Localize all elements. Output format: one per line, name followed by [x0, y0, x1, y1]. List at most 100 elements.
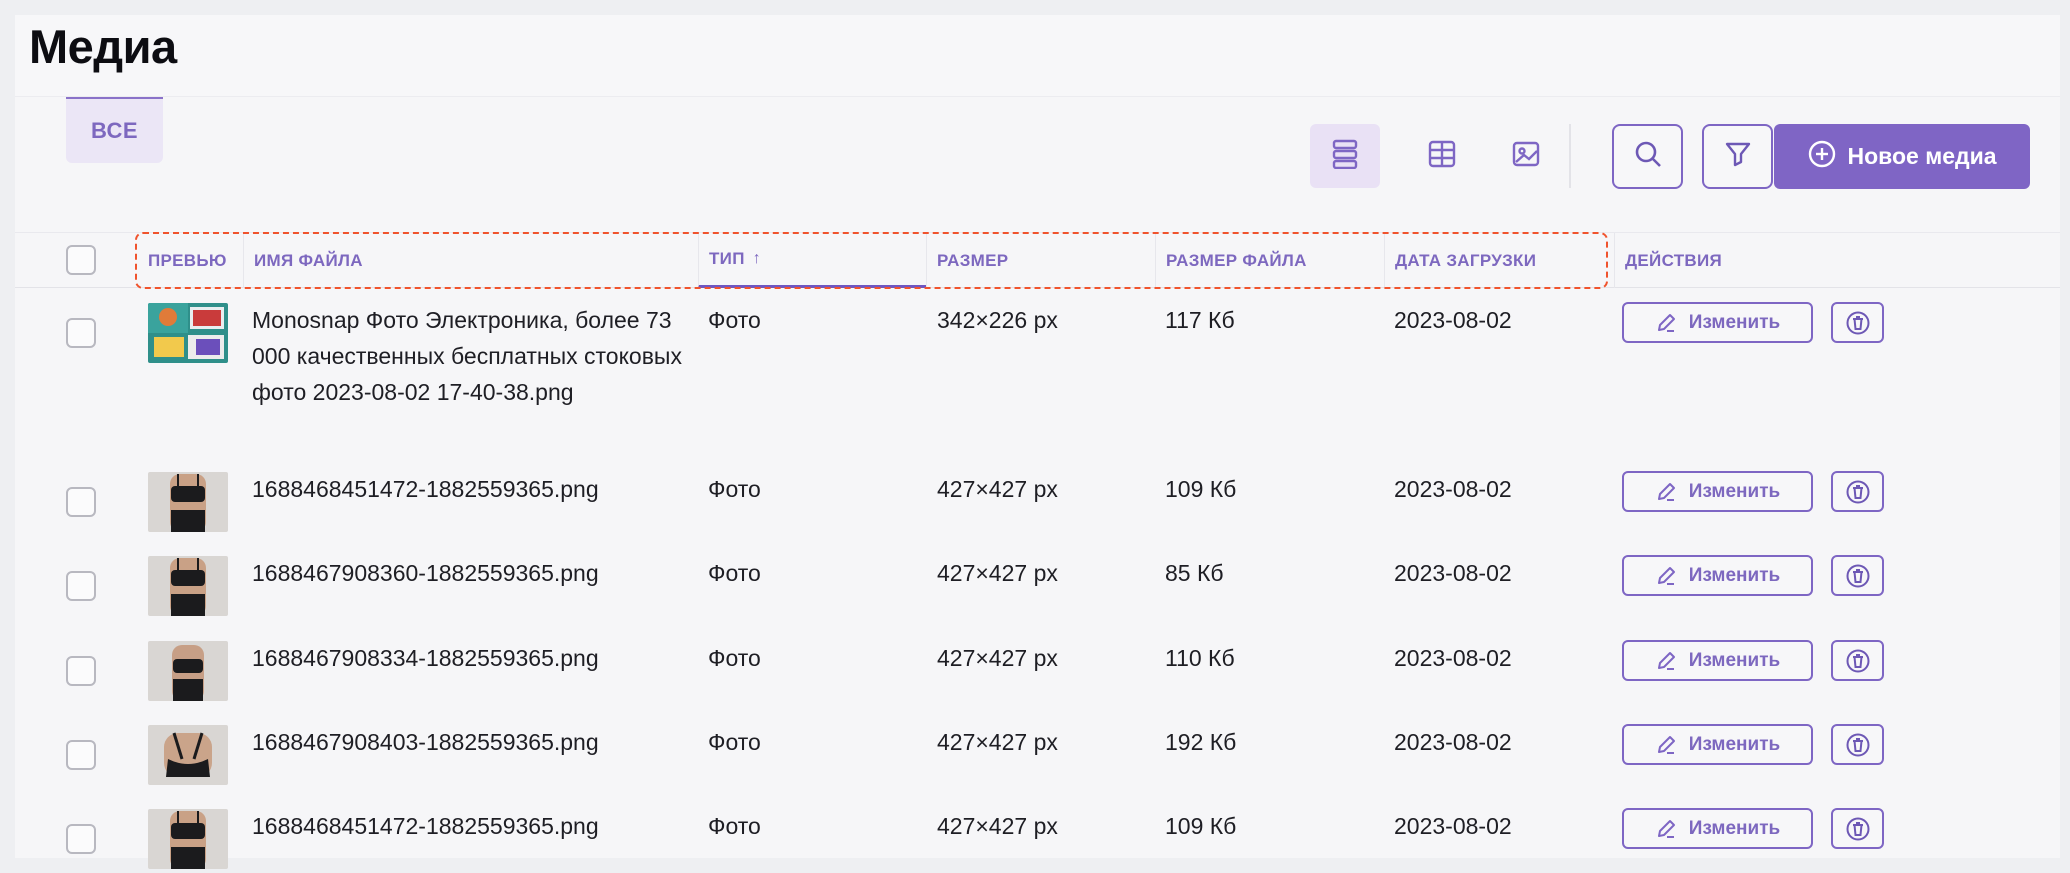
table-row: 1688468451472-1882559365.png Фото 427×427 …	[15, 457, 2060, 541]
column-actions: ДЕЙСТВИЯ	[1614, 233, 1914, 288]
column-filename[interactable]: ИМЯ ФАЙЛА	[243, 233, 713, 288]
file-name: 1688468451472-1882559365.png	[252, 813, 599, 839]
image-dimensions: 342×226 px	[937, 307, 1058, 333]
media-page: Медиа ВСЕ Новое медиа ПРЕВЬЮ ИМЯ ФАЙЛА Т…	[15, 15, 2060, 869]
table-header: ПРЕВЬЮ ИМЯ ФАЙЛА ТИП ↑ РАЗМЕР РАЗМЕР ФАЙ…	[15, 232, 2060, 288]
table-row: 1688468451472-1882559365.png Фото 427×427 …	[15, 794, 2060, 873]
file-name: 1688467908334-1882559365.png	[252, 645, 599, 671]
pencil-icon	[1655, 565, 1677, 587]
file-type: Фото	[708, 476, 761, 502]
new-media-button[interactable]: Новое медиа	[1774, 124, 2030, 189]
row-checkbox[interactable]	[66, 824, 96, 854]
edit-label: Изменить	[1688, 649, 1781, 671]
column-filesize[interactable]: РАЗМЕР ФАЙЛА	[1155, 233, 1384, 288]
upload-date: 2023-08-02	[1394, 307, 1512, 333]
delete-button[interactable]	[1831, 724, 1884, 765]
image-dimensions: 427×427 px	[937, 645, 1058, 671]
preview-thumbnail[interactable]	[148, 556, 228, 616]
grid-view-icon	[1428, 140, 1456, 173]
pencil-icon	[1655, 650, 1677, 672]
page-title: Медиа	[29, 20, 177, 73]
pencil-icon	[1655, 818, 1677, 840]
image-dimensions: 427×427 px	[937, 476, 1058, 502]
preview-thumbnail[interactable]	[148, 809, 228, 869]
edit-button[interactable]: Изменить	[1622, 640, 1813, 681]
pencil-icon	[1655, 312, 1677, 334]
table-row: Monosnap Фото Электроника, более 73 000 …	[15, 288, 2060, 457]
file-size: 109 Кб	[1165, 813, 1237, 839]
pencil-icon	[1655, 481, 1677, 503]
new-media-label: Новое медиа	[1847, 143, 1997, 169]
file-type: Фото	[708, 307, 761, 333]
delete-button[interactable]	[1831, 555, 1884, 596]
row-checkbox[interactable]	[66, 318, 96, 348]
grid-view-button[interactable]	[1407, 124, 1477, 188]
tab-all[interactable]: ВСЕ	[66, 97, 163, 163]
upload-date: 2023-08-02	[1394, 476, 1512, 502]
edit-button[interactable]: Изменить	[1622, 808, 1813, 849]
list-view-icon	[1332, 139, 1358, 174]
image-dimensions: 427×427 px	[937, 729, 1058, 755]
column-preview: ПРЕВЬЮ	[148, 250, 227, 270]
column-type[interactable]: ТИП ↑	[698, 233, 926, 288]
file-name: Monosnap Фото Электроника, более 73 000 …	[252, 307, 682, 405]
trash-icon	[1846, 479, 1870, 505]
select-all-checkbox[interactable]	[66, 245, 96, 275]
media-panel: ВСЕ Новое медиа ПРЕВЬЮ ИМЯ ФАЙЛА ТИП ↑ Р…	[15, 96, 2060, 869]
file-size: 110 Кб	[1165, 645, 1235, 671]
edit-button[interactable]: Изменить	[1622, 302, 1813, 343]
trash-icon	[1846, 563, 1870, 589]
row-checkbox[interactable]	[66, 656, 96, 686]
search-button[interactable]	[1612, 124, 1683, 189]
edit-label: Изменить	[1688, 311, 1781, 333]
preview-thumbnail[interactable]	[148, 725, 228, 785]
column-type-label: ТИП	[709, 249, 745, 268]
file-type: Фото	[708, 560, 761, 586]
trash-icon	[1846, 648, 1870, 674]
edit-button[interactable]: Изменить	[1622, 724, 1813, 765]
column-dimensions[interactable]: РАЗМЕР	[926, 233, 1155, 288]
image-view-icon	[1512, 140, 1540, 173]
preview-thumbnail[interactable]	[148, 472, 228, 532]
edit-button[interactable]: Изменить	[1622, 471, 1813, 512]
upload-date: 2023-08-02	[1394, 729, 1512, 755]
row-checkbox[interactable]	[66, 571, 96, 601]
search-icon	[1633, 139, 1663, 174]
row-checkbox[interactable]	[66, 740, 96, 770]
plus-circle-icon	[1807, 139, 1837, 175]
image-dimensions: 427×427 px	[937, 813, 1058, 839]
trash-icon	[1846, 732, 1870, 758]
preview-thumbnail[interactable]	[148, 641, 228, 701]
file-type: Фото	[708, 645, 761, 671]
image-view-button[interactable]	[1491, 124, 1561, 188]
table-row: 1688467908360-1882559365.png Фото 427×427 …	[15, 541, 2060, 625]
preview-thumbnail[interactable]	[148, 303, 228, 363]
sort-asc-icon: ↑	[752, 250, 762, 267]
trash-icon	[1846, 310, 1870, 336]
delete-button[interactable]	[1831, 808, 1884, 849]
upload-date: 2023-08-02	[1394, 645, 1512, 671]
row-checkbox[interactable]	[66, 487, 96, 517]
table-row: 1688467908403-1882559365.png Фото 427×427 …	[15, 710, 2060, 794]
column-date[interactable]: ДАТА ЗАГРУЗКИ	[1384, 233, 1614, 288]
toolbar-divider	[1569, 124, 1571, 188]
file-size: 117 Кб	[1165, 307, 1235, 333]
edit-button[interactable]: Изменить	[1622, 555, 1813, 596]
filter-button[interactable]	[1702, 124, 1773, 189]
trash-icon	[1846, 816, 1870, 842]
edit-label: Изменить	[1688, 564, 1781, 586]
delete-button[interactable]	[1831, 471, 1884, 512]
filter-icon	[1724, 140, 1752, 173]
file-type: Фото	[708, 729, 761, 755]
edit-label: Изменить	[1688, 733, 1781, 755]
file-name: 1688467908360-1882559365.png	[252, 560, 599, 586]
list-view-button[interactable]	[1310, 124, 1380, 188]
upload-date: 2023-08-02	[1394, 560, 1512, 586]
delete-button[interactable]	[1831, 302, 1884, 343]
file-size: 192 Кб	[1165, 729, 1237, 755]
table-row: 1688467908334-1882559365.png Фото 427×427 …	[15, 626, 2060, 710]
image-dimensions: 427×427 px	[937, 560, 1058, 586]
delete-button[interactable]	[1831, 640, 1884, 681]
file-size: 109 Кб	[1165, 476, 1237, 502]
file-size: 85 Кб	[1165, 560, 1224, 586]
